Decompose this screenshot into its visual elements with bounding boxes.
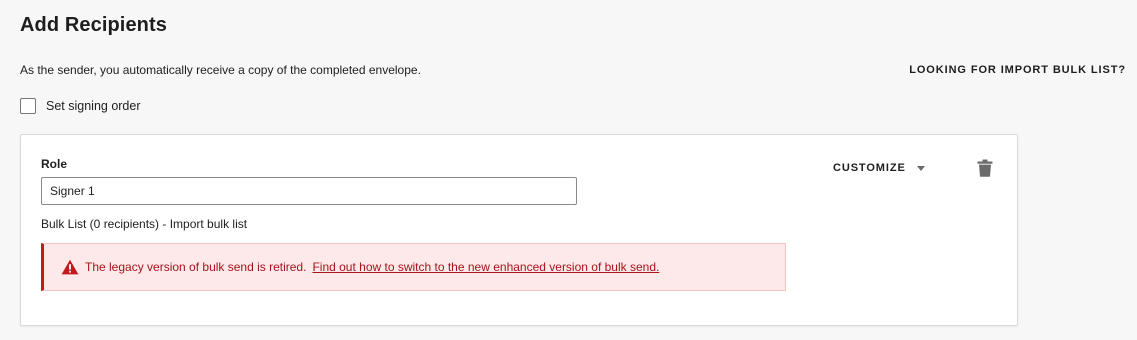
- legacy-bulk-send-alert: The legacy version of bulk send is retir…: [41, 243, 786, 291]
- signing-order-label: Set signing order: [46, 99, 141, 113]
- warning-triangle-icon: [61, 259, 79, 275]
- signing-order-option[interactable]: Set signing order: [20, 98, 141, 114]
- customize-label: CUSTOMIZE: [833, 162, 906, 174]
- trash-icon[interactable]: [977, 159, 993, 177]
- import-bulk-list-link[interactable]: LOOKING FOR IMPORT BULK LIST?: [909, 64, 1126, 76]
- bulk-list-info[interactable]: Bulk List (0 recipients) - Import bulk l…: [41, 217, 247, 231]
- customize-dropdown[interactable]: CUSTOMIZE: [833, 162, 925, 174]
- signing-order-checkbox[interactable]: [20, 98, 36, 114]
- enhanced-bulk-send-link[interactable]: Find out how to switch to the new enhanc…: [312, 260, 659, 274]
- alert-message: The legacy version of bulk send is retir…: [85, 260, 307, 274]
- role-label: Role: [41, 157, 68, 171]
- sender-copy-note: As the sender, you automatically receive…: [20, 63, 421, 77]
- role-input[interactable]: [41, 177, 577, 205]
- caret-down-icon: [916, 165, 925, 171]
- page-title: Add Recipients: [20, 14, 167, 36]
- recipient-card: Role Bulk List (0 recipients) - Import b…: [20, 134, 1018, 326]
